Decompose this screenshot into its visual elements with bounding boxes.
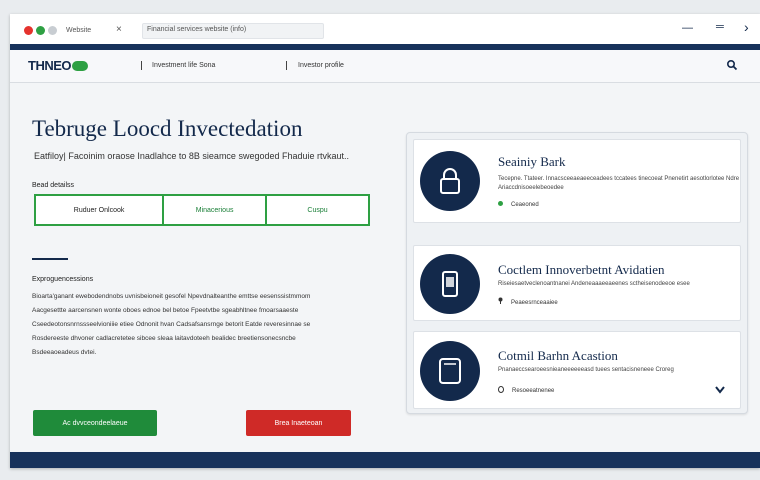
logo-pill-icon bbox=[72, 61, 88, 71]
phone-icon bbox=[420, 254, 480, 314]
card-status-text: Resoeeatnenee bbox=[512, 388, 555, 394]
card-status: Peaeesrnceaaiee bbox=[498, 297, 558, 306]
about-heading: Exproguencessions bbox=[32, 276, 94, 283]
section-divider bbox=[32, 258, 68, 260]
tab-option-3[interactable]: Cuspu bbox=[267, 196, 368, 224]
option-tabs: Ruduer Onlcook Minacerious Cuspu bbox=[34, 194, 370, 226]
primary-action-button[interactable]: Ac dvvceondeelaeue bbox=[33, 410, 157, 436]
secondary-action-button[interactable]: Brea Inaeteoan bbox=[246, 410, 351, 436]
lock-icon bbox=[420, 151, 480, 211]
paragraph-line: Bioarta'ganant ewebodendnobs uvnisbeione… bbox=[32, 293, 311, 300]
services-panel: Seainiy Bark Tecepne. Ttateer. Innacscee… bbox=[406, 132, 748, 414]
card-description: Pnanaeccsearoeesnieaneeeeeeasd tuees sen… bbox=[498, 367, 674, 373]
paragraph-line: Cseedeotonsnrnssseelvioniiie etiee Odnon… bbox=[32, 321, 311, 328]
address-bar[interactable]: Financial services website (info) bbox=[142, 23, 324, 39]
tab-option-2[interactable]: Minacerious bbox=[164, 196, 268, 224]
card-status: Resoeeatnenee bbox=[498, 386, 554, 394]
footer-bar bbox=[10, 452, 760, 468]
nav-item-investor-profile[interactable]: Investor profile bbox=[298, 62, 344, 69]
menu-icon[interactable]: ═ bbox=[716, 21, 724, 33]
site-logo[interactable]: THNEO bbox=[28, 58, 88, 73]
tab-close-icon[interactable]: × bbox=[116, 24, 122, 35]
maximize-window-dot[interactable] bbox=[36, 26, 45, 35]
close-window-dot[interactable] bbox=[24, 26, 33, 35]
status-dot-icon bbox=[498, 201, 503, 206]
next-arrow-icon[interactable]: › bbox=[744, 19, 749, 35]
address-text: Financial services website (info) bbox=[147, 26, 247, 33]
nav-item-investment[interactable]: Investment life Sona bbox=[152, 62, 215, 69]
options-heading: Bead detailss bbox=[32, 182, 75, 189]
service-card[interactable]: Coctlem Innoverbetnt Avidatien Riseiesae… bbox=[413, 245, 741, 321]
service-card[interactable]: Cotmil Barhn Acastion Pnanaeccsearoeesni… bbox=[413, 331, 741, 409]
paragraph-line: Aacgesettte aarcensnen wonte oboes ednoe… bbox=[32, 307, 299, 314]
ring-icon bbox=[498, 386, 504, 393]
tab-option-1[interactable]: Ruduer Onlcook bbox=[36, 196, 165, 224]
card-title: Coctlem Innoverbetnt Avidatien bbox=[498, 262, 665, 277]
paragraph-line: Bsdeeaoeadeus dvtei. bbox=[32, 349, 97, 356]
title-bar: Website × Financial services website (in… bbox=[10, 14, 760, 44]
browser-window: Website × Financial services website (in… bbox=[10, 14, 760, 468]
card-status: Ceaeoned bbox=[498, 201, 539, 208]
service-card[interactable]: Seainiy Bark Tecepne. Ttateer. Innacscee… bbox=[413, 139, 741, 223]
minimize-window-dot[interactable] bbox=[48, 26, 57, 35]
card-title: Cotmil Barhn Acastion bbox=[498, 348, 618, 363]
card-title: Seainiy Bark bbox=[498, 154, 566, 169]
chevron-down-icon[interactable] bbox=[714, 382, 726, 400]
about-paragraph: Bioarta'ganant ewebodendnobs uvnisbeione… bbox=[32, 290, 372, 360]
paragraph-line: Rosdereeste dhvoner cadlacretetee sibcee… bbox=[32, 335, 296, 342]
card-description: Tecepne. Ttateer. Innacsceeaeaeeceadees … bbox=[498, 176, 740, 182]
card-status-text: Ceaeoned bbox=[511, 202, 539, 208]
hero-subtitle: Eatfiloy| Facoinim oraose Inadlahce to 8… bbox=[34, 151, 350, 161]
browser-tab[interactable]: Website bbox=[66, 27, 91, 34]
card-status-text: Peaeesrnceaaiee bbox=[511, 300, 558, 306]
top-navigation: THNEO Investment life Sona Investor prof… bbox=[10, 50, 760, 83]
tablet-icon bbox=[420, 341, 480, 401]
hero-title: Tebruge Loocd Invectedation bbox=[32, 116, 303, 141]
search-icon[interactable] bbox=[726, 58, 738, 71]
logo-text: THNEO bbox=[28, 58, 72, 73]
nav-separator bbox=[141, 61, 142, 70]
card-description: Riseiesaetveclenoantnanei Andeneaaaeeaee… bbox=[498, 281, 690, 287]
pin-icon bbox=[498, 297, 503, 306]
card-subtext: Ariaccdnisoeelebeoedee bbox=[498, 185, 564, 191]
minus-icon[interactable]: — bbox=[682, 22, 693, 34]
nav-separator bbox=[286, 61, 287, 70]
